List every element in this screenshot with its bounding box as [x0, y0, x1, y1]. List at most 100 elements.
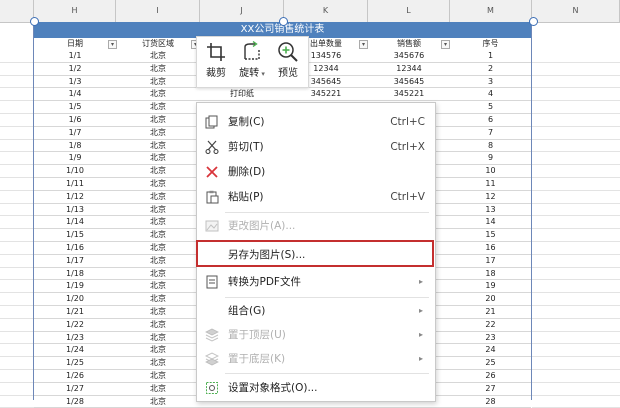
cell-date[interactable]: 1/8 — [34, 140, 116, 152]
empty-row[interactable] — [532, 101, 620, 114]
cell-region[interactable]: 北京 — [116, 216, 200, 228]
cell-date[interactable]: 1/3 — [34, 76, 116, 88]
cell-no[interactable]: 3 — [450, 76, 531, 88]
column-header-J[interactable]: J — [200, 0, 284, 22]
column-header-L[interactable]: L — [368, 0, 450, 22]
cell-region[interactable]: 北京 — [116, 344, 200, 356]
empty-row[interactable] — [532, 319, 620, 332]
cell-date[interactable]: 1/14 — [34, 216, 116, 228]
cell-no[interactable]: 14 — [450, 216, 531, 228]
empty-row[interactable] — [0, 216, 34, 230]
cell-no[interactable]: 4 — [450, 88, 531, 100]
cell-region[interactable]: 北京 — [116, 114, 200, 126]
menu-item-copy[interactable]: 复制(C) Ctrl+C — [197, 110, 433, 134]
cell-no[interactable]: 27 — [450, 383, 531, 395]
empty-row[interactable] — [0, 255, 34, 268]
empty-row[interactable] — [532, 229, 620, 242]
empty-row[interactable] — [0, 204, 34, 217]
cell-region[interactable]: 北京 — [116, 101, 200, 113]
empty-row[interactable] — [532, 191, 620, 204]
menu-item-bring-to-front[interactable]: 置于顶层(U) ▸ — [197, 323, 433, 347]
cell-region[interactable]: 北京 — [116, 191, 200, 203]
cell-no[interactable]: 24 — [450, 344, 531, 356]
cell-date[interactable]: 1/17 — [34, 255, 116, 267]
empty-row[interactable] — [532, 396, 620, 408]
cell-region[interactable]: 北京 — [116, 165, 200, 177]
cell-no[interactable]: 2 — [450, 63, 531, 75]
resize-handle[interactable] — [529, 17, 538, 26]
cell-region[interactable]: 北京 — [116, 127, 200, 139]
cell-region[interactable]: 北京 — [116, 383, 200, 395]
cell-region[interactable]: 北京 — [116, 76, 200, 88]
empty-row[interactable] — [532, 255, 620, 268]
empty-row[interactable] — [0, 76, 34, 89]
column-header-M[interactable]: M — [450, 0, 532, 22]
outside-cells-left[interactable] — [0, 50, 34, 408]
cell-sales[interactable]: 345645 — [368, 76, 450, 88]
column-header-K[interactable]: K — [284, 0, 368, 22]
cell-no[interactable]: 13 — [450, 204, 531, 216]
cell-region[interactable]: 北京 — [116, 357, 200, 369]
empty-row[interactable] — [532, 178, 620, 191]
empty-row[interactable] — [0, 370, 34, 383]
cell-date[interactable]: 1/13 — [34, 204, 116, 216]
filter-dropdown-icon[interactable]: ▾ — [359, 40, 368, 49]
cell-date[interactable]: 1/16 — [34, 242, 116, 254]
empty-row[interactable] — [532, 357, 620, 370]
cell-date[interactable]: 1/10 — [34, 165, 116, 177]
cell-region[interactable]: 北京 — [116, 88, 200, 100]
cell-region[interactable]: 北京 — [116, 370, 200, 382]
empty-row[interactable] — [0, 332, 34, 345]
empty-row[interactable] — [532, 127, 620, 140]
cell-date[interactable]: 1/26 — [34, 370, 116, 382]
cell-no[interactable]: 15 — [450, 229, 531, 241]
filter-dropdown-icon[interactable]: ▾ — [441, 40, 450, 49]
menu-item-delete[interactable]: 删除(D) — [197, 160, 433, 184]
cell-date[interactable]: 1/15 — [34, 229, 116, 241]
cell-no[interactable]: 28 — [450, 396, 531, 408]
preview-button[interactable]: 预览 — [271, 39, 305, 85]
cell-no[interactable]: 8 — [450, 140, 531, 152]
empty-row[interactable] — [0, 242, 34, 255]
menu-item-convert-to-pdf[interactable]: 转换为PDF文件 ▸ — [197, 270, 433, 294]
cell-no[interactable]: 25 — [450, 357, 531, 369]
cell-date[interactable]: 1/18 — [34, 268, 116, 280]
cell-no[interactable]: 6 — [450, 114, 531, 126]
cell-date[interactable]: 1/24 — [34, 344, 116, 356]
empty-row[interactable] — [0, 344, 34, 358]
empty-row[interactable] — [0, 101, 34, 114]
menu-item-cut[interactable]: 剪切(T) Ctrl+X — [197, 135, 433, 159]
cell-no[interactable]: 19 — [450, 280, 531, 292]
cell-no[interactable]: 21 — [450, 306, 531, 318]
cell-no[interactable]: 9 — [450, 152, 531, 164]
empty-row[interactable] — [0, 383, 34, 396]
empty-row[interactable] — [532, 216, 620, 230]
cell-no[interactable]: 16 — [450, 242, 531, 254]
empty-row[interactable] — [0, 127, 34, 140]
cell-date[interactable]: 1/11 — [34, 178, 116, 190]
cell-date[interactable]: 1/21 — [34, 306, 116, 318]
column-header-G[interactable] — [0, 0, 34, 22]
menu-item-paste[interactable]: 粘贴(P) Ctrl+V — [197, 185, 433, 209]
empty-row[interactable] — [532, 88, 620, 102]
cell-no[interactable]: 17 — [450, 255, 531, 267]
empty-row[interactable] — [0, 191, 34, 204]
cell-date[interactable]: 1/27 — [34, 383, 116, 395]
empty-row[interactable] — [532, 306, 620, 319]
cell-date[interactable]: 1/19 — [34, 280, 116, 292]
empty-row[interactable] — [0, 88, 34, 102]
cell-date[interactable]: 1/7 — [34, 127, 116, 139]
cell-date[interactable]: 1/28 — [34, 396, 116, 408]
cell-no[interactable]: 18 — [450, 268, 531, 280]
cell-no[interactable]: 5 — [450, 101, 531, 113]
empty-row[interactable] — [0, 140, 34, 153]
cell-region[interactable]: 北京 — [116, 140, 200, 152]
menu-item-format-object[interactable]: 设置对象格式(O)... — [197, 376, 433, 400]
cell-no[interactable]: 10 — [450, 165, 531, 177]
empty-row[interactable] — [532, 293, 620, 306]
resize-handle[interactable] — [279, 17, 288, 26]
empty-row[interactable] — [532, 332, 620, 345]
cell-region[interactable]: 北京 — [116, 280, 200, 292]
empty-row[interactable] — [532, 370, 620, 383]
empty-row[interactable] — [532, 242, 620, 255]
